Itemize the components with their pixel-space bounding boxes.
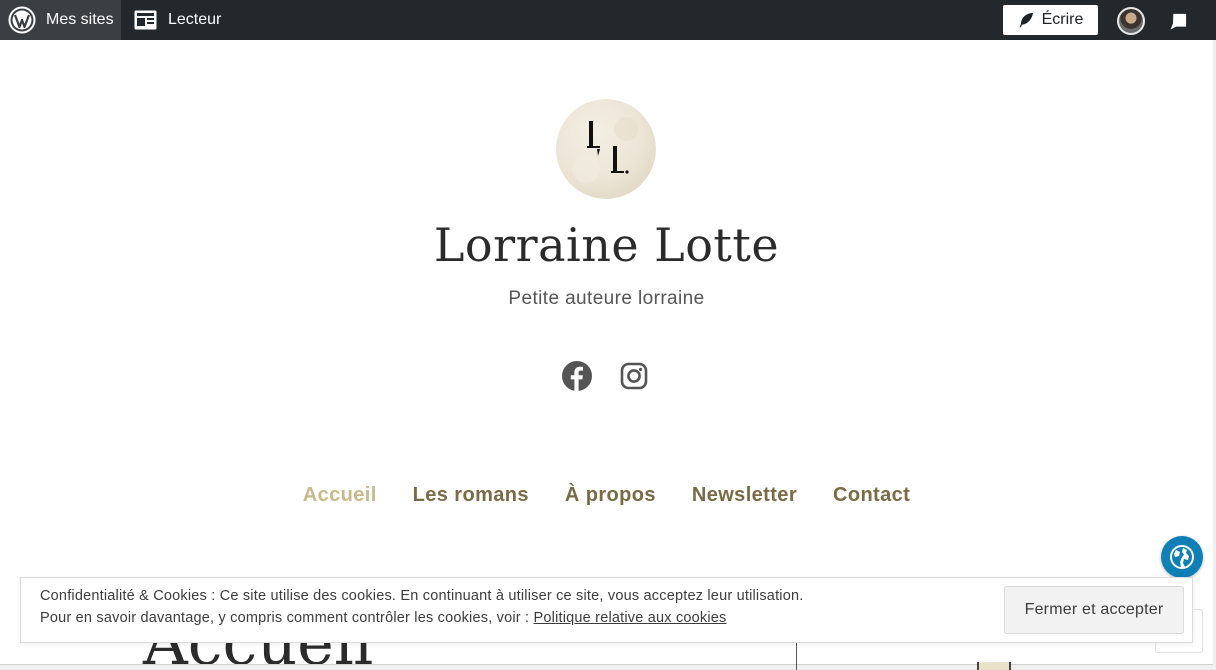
notifications-bell-icon[interactable]	[1166, 8, 1192, 34]
site-title[interactable]: Lorraine Lotte	[0, 218, 1213, 272]
translate-button[interactable]	[1161, 536, 1203, 578]
write-label: Écrire	[1041, 11, 1084, 28]
wordpress-icon	[8, 6, 36, 34]
admin-bar: Mes sites Lecteur Écrire	[0, 0, 1216, 40]
nav-item-les-romans[interactable]: Les romans	[413, 484, 529, 507]
nav-item-newsletter[interactable]: Newsletter	[692, 484, 797, 507]
nav-item-contact[interactable]: Contact	[833, 484, 910, 507]
cookie-text-line2: Pour en savoir davantage, y compris comm…	[40, 610, 727, 626]
my-sites-button[interactable]: Mes sites	[0, 0, 121, 40]
user-avatar[interactable]	[1117, 7, 1145, 35]
site-tagline: Petite auteure lorraine	[508, 288, 705, 309]
facebook-icon[interactable]	[561, 360, 593, 392]
cookie-banner: Confidentialité & Cookies : Ce site util…	[20, 577, 1193, 643]
cookie-text-prefix: Pour en savoir davantage, y compris comm…	[40, 610, 534, 626]
quill-icon	[1019, 13, 1033, 28]
content-divider	[0, 664, 1213, 670]
content-image-edge	[977, 662, 1011, 670]
cookie-policy-link[interactable]: Politique relative aux cookies	[534, 610, 727, 626]
globe-icon	[1170, 545, 1194, 569]
write-button[interactable]: Écrire	[1003, 5, 1098, 35]
content-divider-line	[796, 640, 797, 670]
main-navigation: Accueil Les romans À propos Newsletter C…	[0, 484, 1213, 507]
reader-button[interactable]: Lecteur	[134, 0, 221, 40]
reader-label: Lecteur	[168, 11, 222, 28]
my-sites-label: Mes sites	[46, 11, 114, 28]
instagram-icon[interactable]	[618, 360, 650, 392]
reader-icon	[134, 10, 157, 30]
cookie-text-line1: Confidentialité & Cookies : Ce site util…	[40, 588, 804, 604]
nav-item-accueil[interactable]: Accueil	[303, 484, 377, 507]
nav-item-a-propos[interactable]: À propos	[565, 484, 656, 507]
close-and-accept-button[interactable]: Fermer et accepter	[1004, 586, 1184, 634]
site-logo[interactable]	[556, 99, 656, 199]
